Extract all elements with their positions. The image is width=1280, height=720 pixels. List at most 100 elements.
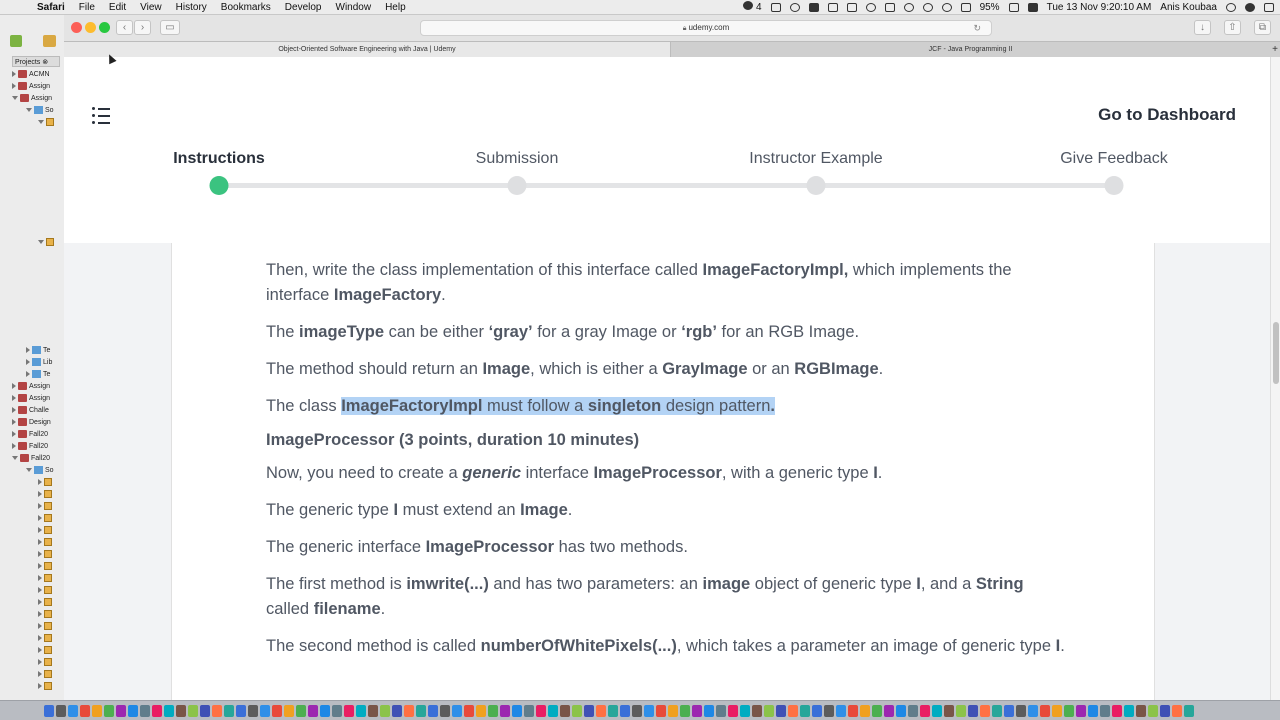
dock-app-icon[interactable] (104, 704, 114, 717)
dock-app-icon[interactable] (488, 704, 498, 717)
wifi-icon[interactable] (941, 2, 952, 12)
dock-app-icon[interactable] (536, 704, 546, 717)
package-row[interactable] (38, 549, 54, 560)
dock-app-icon[interactable] (944, 704, 954, 717)
folder-row[interactable]: Te (26, 345, 50, 356)
dock-app-icon[interactable] (968, 704, 978, 717)
project-row[interactable]: Fall20 (12, 453, 50, 464)
dock-app-icon[interactable] (56, 704, 66, 717)
share-button[interactable]: ⇧ (1224, 20, 1241, 35)
time-machine-icon[interactable] (903, 2, 914, 12)
dock-app-icon[interactable] (872, 704, 882, 717)
dock-app-icon[interactable] (212, 704, 222, 717)
dock-app-icon[interactable] (308, 704, 318, 717)
dock-app-icon[interactable] (404, 704, 414, 717)
dock-app-icon[interactable] (776, 704, 786, 717)
dock-app-icon[interactable] (116, 704, 126, 717)
flag-icon[interactable] (1027, 2, 1038, 12)
dock-app-icon[interactable] (1148, 704, 1158, 717)
dock-app-icon[interactable] (140, 704, 150, 717)
project-row[interactable]: Design (12, 417, 51, 428)
dock-app-icon[interactable] (824, 704, 834, 717)
dock-app-icon[interactable] (596, 704, 606, 717)
package-row[interactable] (38, 513, 54, 524)
package-row[interactable] (38, 117, 56, 128)
dock-app-icon[interactable] (476, 704, 486, 717)
scrollbar-thumb[interactable] (1273, 322, 1279, 384)
dropbox-icon[interactable] (770, 2, 781, 12)
menu-history[interactable]: History (169, 2, 214, 13)
dock-app-icon[interactable] (728, 704, 738, 717)
menu-window[interactable]: Window (329, 2, 379, 13)
address-bar[interactable]: 🔒︎ udemy.com ↻ (420, 20, 992, 36)
dock-app-icon[interactable] (1076, 704, 1086, 717)
dock-app-icon[interactable] (620, 704, 630, 717)
dock-app-icon[interactable] (248, 704, 258, 717)
bluetooth-icon[interactable] (922, 2, 933, 12)
dock-app-icon[interactable] (80, 704, 90, 717)
package-row[interactable] (38, 585, 54, 596)
package-row[interactable] (38, 489, 54, 500)
clock[interactable]: Tue 13 Nov 9:20:10 AM (1047, 2, 1152, 13)
dock-app-icon[interactable] (740, 704, 750, 717)
user-name[interactable]: Anis Koubaa (1160, 2, 1217, 13)
notification-center-icon[interactable] (1264, 2, 1274, 12)
zoom-window-icon[interactable] (99, 22, 110, 33)
spotlight-icon[interactable] (1226, 2, 1236, 12)
close-window-icon[interactable] (71, 22, 82, 33)
dock-app-icon[interactable] (344, 704, 354, 717)
package-row[interactable] (38, 525, 54, 536)
project-row[interactable]: Assign (12, 381, 50, 392)
dock-app-icon[interactable] (860, 704, 870, 717)
dock-app-icon[interactable] (320, 704, 330, 717)
dock-app-icon[interactable] (416, 704, 426, 717)
dock-app-icon[interactable] (260, 704, 270, 717)
dock-app-icon[interactable] (524, 704, 534, 717)
step-dot-submission[interactable] (507, 176, 527, 195)
project-row[interactable]: Assign (12, 93, 52, 104)
package-row[interactable] (38, 597, 54, 608)
menu-edit[interactable]: Edit (102, 2, 133, 13)
open-folder-icon[interactable] (43, 35, 56, 47)
battery-percent[interactable]: 95% (980, 2, 1000, 13)
wechat-icon[interactable]: 4 (743, 1, 762, 13)
go-to-dashboard-link[interactable]: Go to Dashboard (1098, 105, 1236, 125)
menu-bookmarks[interactable]: Bookmarks (214, 2, 278, 13)
dock-app-icon[interactable] (380, 704, 390, 717)
dock-app-icon[interactable] (704, 704, 714, 717)
package-row[interactable] (38, 573, 54, 584)
dock-app-icon[interactable] (1040, 704, 1050, 717)
downloads-button[interactable]: ↓ (1194, 20, 1211, 35)
minimize-window-icon[interactable] (85, 22, 96, 33)
folder-row[interactable]: Lib (26, 357, 52, 368)
project-row[interactable]: ACMN (12, 69, 50, 80)
dock-app-icon[interactable] (284, 704, 294, 717)
skype-icon[interactable] (865, 2, 876, 12)
dock-app-icon[interactable] (200, 704, 210, 717)
dock-app-icon[interactable] (1088, 704, 1098, 717)
siri-icon[interactable] (1245, 2, 1255, 12)
folder-row[interactable]: Te (26, 369, 50, 380)
dock-app-icon[interactable] (584, 704, 594, 717)
package-row[interactable] (38, 501, 54, 512)
package-row[interactable] (38, 237, 56, 248)
menu-view[interactable]: View (133, 2, 169, 13)
screen-icon[interactable] (827, 2, 838, 12)
folder-row[interactable]: So (26, 465, 54, 476)
dock-app-icon[interactable] (464, 704, 474, 717)
project-row[interactable]: Assign (12, 393, 50, 404)
projects-tab[interactable]: Projects ⊗ (12, 56, 60, 67)
dock-app-icon[interactable] (752, 704, 762, 717)
step-dot-instructions[interactable] (209, 176, 229, 195)
package-row[interactable] (38, 669, 54, 680)
step-submission[interactable]: Submission (476, 150, 559, 168)
dock-app-icon[interactable] (848, 704, 858, 717)
package-row[interactable] (38, 657, 54, 668)
dock-app-icon[interactable] (236, 704, 246, 717)
dock-app-icon[interactable] (368, 704, 378, 717)
dock-app-icon[interactable] (272, 704, 282, 717)
dock-app-icon[interactable] (836, 704, 846, 717)
dock-app-icon[interactable] (1160, 704, 1170, 717)
package-row[interactable] (38, 537, 54, 548)
forward-button[interactable]: › (134, 20, 151, 35)
